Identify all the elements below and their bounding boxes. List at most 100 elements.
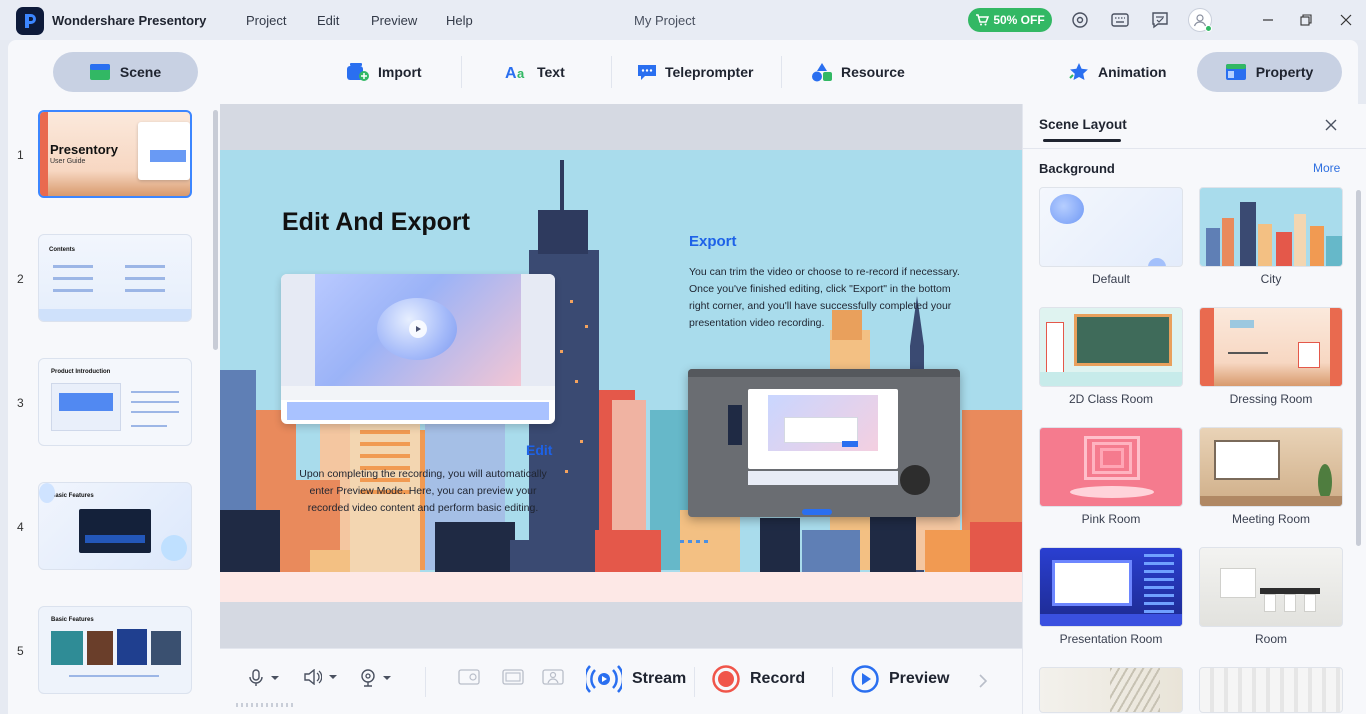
feedback-icon[interactable] [1150, 10, 1170, 30]
layout-screen-icon[interactable] [502, 669, 524, 685]
target-icon[interactable] [1070, 10, 1090, 30]
text-label: Text [537, 64, 565, 80]
resource-label: Resource [841, 64, 905, 80]
background-option-presentation-room[interactable]: Presentation Room [1039, 547, 1183, 646]
slide-thumb-title: Presentory [50, 142, 118, 157]
background-thumbnail[interactable] [1039, 667, 1183, 713]
slide-item-4[interactable]: 4 Basic Features [8, 482, 212, 572]
slide-thumbnail[interactable]: Basic Features [38, 606, 192, 694]
menu-help[interactable]: Help [446, 13, 473, 28]
edit-body[interactable]: Upon completing the recording, you will … [298, 466, 548, 517]
preview-button[interactable]: Preview [851, 665, 949, 693]
editor-mockup-image [281, 274, 555, 424]
menu-edit[interactable]: Edit [317, 13, 339, 28]
teleprompter-label: Teleprompter [665, 64, 754, 80]
background-thumbnail[interactable] [1199, 187, 1343, 267]
slide-thumbnail[interactable]: Presentory User Guide [38, 110, 192, 198]
slide-thumb-title: Basic Features [51, 617, 94, 623]
menu-project[interactable]: Project [246, 13, 286, 28]
background-label: Default [1091, 272, 1131, 286]
stream-label: Stream [632, 670, 687, 687]
background-thumbnail[interactable] [1039, 427, 1183, 507]
background-thumbnail[interactable] [1199, 547, 1343, 627]
background-option-pink-room[interactable]: Pink Room [1039, 427, 1183, 526]
slide-item-3[interactable]: 3 Product Introduction [8, 358, 212, 448]
background-option-default[interactable]: Default [1039, 187, 1183, 286]
chevron-right-icon[interactable] [978, 673, 988, 689]
animation-icon [1069, 63, 1088, 80]
slide-thumb-title: Basic Features [51, 493, 94, 499]
panel-title: Scene Layout [1039, 117, 1127, 132]
panel-scrollbar[interactable] [1356, 190, 1361, 546]
animation-button[interactable]: Animation [1068, 60, 1166, 84]
scene-button[interactable]: Scene [53, 52, 198, 92]
property-label: Property [1255, 64, 1314, 80]
slide-thumbnail[interactable]: Product Introduction [38, 358, 192, 446]
speaker-icon [304, 669, 322, 685]
app-title: Wondershare Presentory [52, 13, 207, 28]
play-icon[interactable] [409, 320, 427, 338]
keyboard-icon[interactable] [1110, 10, 1130, 30]
slide-item-5[interactable]: 5 Basic Features [8, 606, 212, 696]
background-thumbnail[interactable] [1039, 307, 1183, 387]
promo-label: 50% OFF [993, 13, 1045, 27]
speaker-control[interactable] [304, 669, 338, 685]
close-icon[interactable] [1336, 10, 1356, 30]
scene-label: Scene [119, 64, 162, 80]
chevron-down-icon [329, 675, 337, 679]
background-thumbnail[interactable] [1199, 427, 1343, 507]
record-icon [712, 665, 740, 693]
slide-thumbnail[interactable]: Basic Features [38, 482, 192, 570]
minimize-icon[interactable] [1258, 10, 1278, 30]
record-button[interactable]: Record [712, 665, 805, 693]
background-option-room[interactable]: Room [1199, 547, 1343, 646]
background-option-partial-1[interactable] [1039, 667, 1183, 713]
export-body[interactable]: You can trim the video or choose to re-r… [689, 264, 964, 332]
title-bar: Wondershare Presentory Project Edit Prev… [0, 0, 1366, 40]
property-button[interactable]: Property [1197, 52, 1342, 92]
slide-number: 4 [17, 520, 24, 534]
slide-item-1[interactable]: 1 Presentory User Guide [8, 110, 212, 200]
slide-item-2[interactable]: 2 Contents [8, 234, 212, 324]
user-icon[interactable] [1188, 8, 1212, 32]
menu-preview[interactable]: Preview [371, 13, 417, 28]
background-option-dressing-room[interactable]: Dressing Room [1199, 307, 1343, 406]
background-option-2d-class-room[interactable]: 2D Class Room [1039, 307, 1183, 406]
restore-icon[interactable] [1296, 10, 1316, 30]
animation-label: Animation [1098, 64, 1167, 80]
background-thumbnail[interactable] [1039, 547, 1183, 627]
edit-heading[interactable]: Edit [526, 442, 552, 458]
resource-button[interactable]: Resource [811, 60, 905, 84]
background-label: Room [1254, 632, 1287, 646]
background-thumbnail[interactable] [1199, 667, 1343, 713]
preview-icon [851, 665, 879, 693]
background-thumbnail[interactable] [1039, 187, 1183, 267]
background-thumbnail[interactable] [1199, 307, 1343, 387]
record-label: Record [750, 670, 806, 687]
slide-title[interactable]: Edit And Export [282, 208, 470, 237]
slide-list: 1 Presentory User Guide 2 Contents 3 Pro… [8, 104, 220, 714]
slide-canvas[interactable]: Edit And Export Export You can trim the … [220, 150, 1022, 602]
background-label: Meeting Room [1231, 512, 1311, 526]
teleprompter-button[interactable]: Teleprompter [637, 60, 753, 84]
webcam-control[interactable] [360, 669, 392, 687]
slide-list-scrollbar[interactable] [213, 110, 218, 350]
close-icon[interactable] [1321, 115, 1341, 135]
scene-icon [89, 64, 110, 80]
slide-thumbnail[interactable]: Contents [38, 234, 192, 322]
text-button[interactable]: Aa Text [505, 60, 565, 84]
cart-icon [976, 14, 990, 26]
property-panel: Scene Layout Background More Default Cit… [1022, 104, 1366, 714]
more-link[interactable]: More [1313, 161, 1340, 175]
import-button[interactable]: Import [346, 60, 422, 84]
promo-button[interactable]: 50% OFF [968, 8, 1052, 32]
export-heading[interactable]: Export [689, 233, 737, 250]
background-option-city[interactable]: City [1199, 187, 1343, 286]
stream-button[interactable]: Stream [586, 665, 686, 693]
background-option-meeting-room[interactable]: Meeting Room [1199, 427, 1343, 526]
background-option-partial-2[interactable] [1199, 667, 1343, 713]
background-section-title: Background [1039, 161, 1115, 176]
microphone-control[interactable] [248, 669, 280, 687]
layout-camera-icon[interactable] [542, 669, 564, 685]
layout-camera-screen-icon[interactable] [458, 669, 480, 685]
